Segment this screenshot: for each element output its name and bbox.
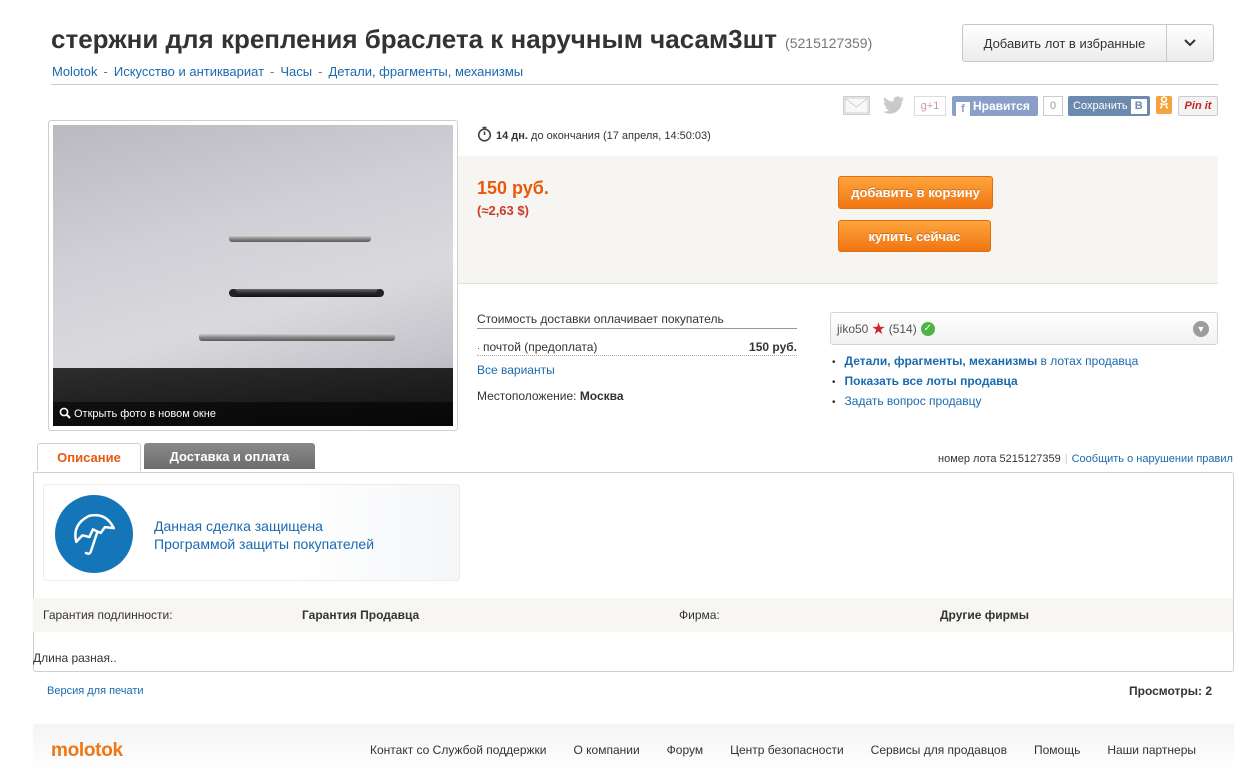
attributes-row: Гарантия подлинности: Гарантия Продавца … — [33, 598, 1233, 632]
buyer-protection-banner[interactable]: Данная сделка защищена Программой защиты … — [43, 484, 460, 581]
description-text: Длина разная.. — [33, 651, 117, 665]
breadcrumb-sep: - — [318, 64, 323, 79]
protection-line1: Данная сделка защищена — [154, 518, 323, 534]
header-divider — [51, 84, 1218, 85]
location-value: Москва — [579, 389, 624, 403]
verified-check-icon: ✓ — [920, 321, 935, 336]
star-icon: ★ — [871, 320, 886, 338]
seller-dropdown[interactable]: jiko50 ★ (514) ✓ ▼ — [830, 312, 1218, 345]
page-title: стержни для крепления браслета к наручны… — [51, 24, 872, 55]
attr-authenticity-value: Гарантия Продавца — [302, 608, 420, 622]
facebook-like-button[interactable]: f Нравится — [952, 96, 1038, 116]
odnoklassniki-share-icon[interactable] — [1156, 96, 1172, 114]
pinterest-pin-button[interactable]: Pin it — [1178, 96, 1218, 116]
seller-links: Детали, фрагменты, механизмы в лотах про… — [832, 354, 1139, 414]
delivery-method: · почтой (предоплата) — [477, 340, 597, 354]
report-violation-link[interactable]: Сообщить о нарушении правил — [1072, 453, 1233, 465]
vk-save-button[interactable]: Сохранить В — [1068, 96, 1150, 116]
price-usd: (≈2,63 $) — [477, 203, 529, 218]
attr-brand-value: Другие фирмы — [940, 608, 1029, 622]
umbrella-icon — [55, 495, 133, 573]
tab-delivery-payment[interactable]: Доставка и оплата — [144, 443, 315, 469]
price-rub: 150 руб. — [477, 178, 549, 198]
breadcrumb-item-molotok[interactable]: Molotok — [52, 64, 98, 79]
chevron-down-icon[interactable]: ▼ — [1193, 321, 1209, 337]
location-label: Местоположение: — [477, 389, 577, 403]
footer-link-help[interactable]: Помощь — [1034, 743, 1080, 757]
lot-photo-frame: Открыть фото в новом окне — [48, 120, 458, 431]
stopwatch-icon — [477, 126, 492, 142]
delivery-price: 150 руб. — [749, 340, 797, 354]
footer-link-security[interactable]: Центр безопасности — [730, 743, 844, 757]
footer-link-about[interactable]: О компании — [573, 743, 639, 757]
delivery-bullet: · — [477, 343, 480, 353]
breadcrumb-sep: - — [103, 64, 108, 79]
gplus-share-button[interactable]: g+1 — [914, 96, 946, 116]
views-count: Просмотры: 2 — [1129, 684, 1213, 698]
add-to-favorites-button[interactable]: Добавить лот в избранные — [962, 24, 1214, 62]
delivery-title: Стоимость доставки оплачивает покупатель — [477, 312, 797, 329]
attr-authenticity-label: Гарантия подлинности: — [43, 608, 173, 622]
seller-link-all-lots[interactable]: Показать все лоты продавца — [832, 374, 1138, 394]
lot-number-label: номер лота 5215127359 — [938, 453, 1061, 465]
breadcrumb-item-art[interactable]: Искусство и антиквариат — [114, 64, 264, 79]
pipe-separator: | — [1064, 453, 1068, 465]
zoom-icon — [59, 407, 71, 419]
delivery-method-row: · почтой (предоплата) 150 руб. — [477, 340, 797, 356]
chevron-down-icon[interactable] — [1167, 25, 1213, 61]
seller-link-category-bold[interactable]: Детали, фрагменты, механизмы — [845, 354, 1038, 368]
mail-share-icon[interactable] — [843, 96, 870, 115]
attr-brand-label: Фирма: — [679, 608, 720, 622]
timer-end: до окончания (17 апреля, 14:50:03) — [531, 130, 711, 142]
breadcrumb-sep: - — [270, 64, 275, 79]
lot-photo[interactable]: Открыть фото в новом окне — [53, 125, 453, 426]
seller-link-all-lots-label[interactable]: Показать все лоты продавца — [845, 374, 1018, 388]
seller-name[interactable]: jiko50 — [837, 322, 868, 336]
footer-link-seller-services[interactable]: Сервисы для продавцов — [871, 743, 1007, 757]
molotok-logo[interactable]: molotok — [51, 740, 123, 762]
print-version-link[interactable]: Версия для печати — [47, 685, 144, 697]
facebook-like-label: Нравится — [973, 99, 1030, 113]
seller-link-ask-label[interactable]: Задать вопрос продавцу — [845, 394, 982, 408]
add-to-cart-button[interactable]: добавить в корзину — [838, 176, 993, 209]
twitter-share-icon[interactable] — [882, 96, 906, 116]
open-photo-label: Открыть фото в новом окне — [74, 408, 216, 420]
footer-link-support[interactable]: Контакт со Службой поддержки — [370, 743, 546, 757]
location: Местоположение: Москва — [477, 389, 624, 403]
all-delivery-variants-link[interactable]: Все варианты — [477, 363, 555, 377]
timer-days: 14 дн. — [496, 130, 528, 142]
lot-number: номер лота 5215127359 | Сообщить о нарушен… — [938, 453, 1233, 465]
facebook-like-count: 0 — [1043, 96, 1063, 116]
seller-link-category[interactable]: Детали, фрагменты, механизмы в лотах про… — [832, 354, 1139, 374]
footer-link-partners[interactable]: Наши партнеры — [1107, 743, 1196, 757]
breadcrumb-item-parts[interactable]: Детали, фрагменты, механизмы — [328, 64, 523, 79]
vk-icon: В — [1130, 99, 1147, 114]
delivery-method-label: почтой (предоплата) — [483, 340, 598, 354]
facebook-icon: f — [956, 102, 970, 116]
title-text: стержни для крепления браслета к наручны… — [51, 24, 778, 54]
footer-nav: Контакт со Службой поддержки О компании … — [370, 743, 1196, 757]
buy-now-button[interactable]: купить сейчас — [838, 220, 991, 252]
buyer-protection-text: Данная сделка защищена Программой защиты … — [154, 517, 374, 553]
footer-link-forum[interactable]: Форум — [667, 743, 703, 757]
breadcrumb-item-watches[interactable]: Часы — [280, 64, 312, 79]
seller-link-category-rest[interactable]: в лотах продавца — [1037, 354, 1139, 368]
breadcrumb: Molotok - Искусство и антиквариат - Часы - Дет… — [52, 64, 523, 79]
auction-timer: 14 дн. до окончания (17 апреля, 14:50:03… — [477, 126, 711, 142]
seller-link-ask[interactable]: Задать вопрос продавцу — [832, 394, 1138, 414]
vk-save-label: Сохранить — [1073, 100, 1128, 112]
seller-rating: (514) — [888, 321, 917, 336]
tab-description[interactable]: Описание — [37, 443, 141, 471]
open-photo-link[interactable]: Открыть фото в новом окне — [53, 402, 453, 426]
add-to-favorites-label[interactable]: Добавить лот в избранные — [963, 25, 1167, 61]
lot-id: (5215127359) — [785, 35, 873, 51]
protection-line2: Программой защиты покупателей — [154, 536, 375, 552]
